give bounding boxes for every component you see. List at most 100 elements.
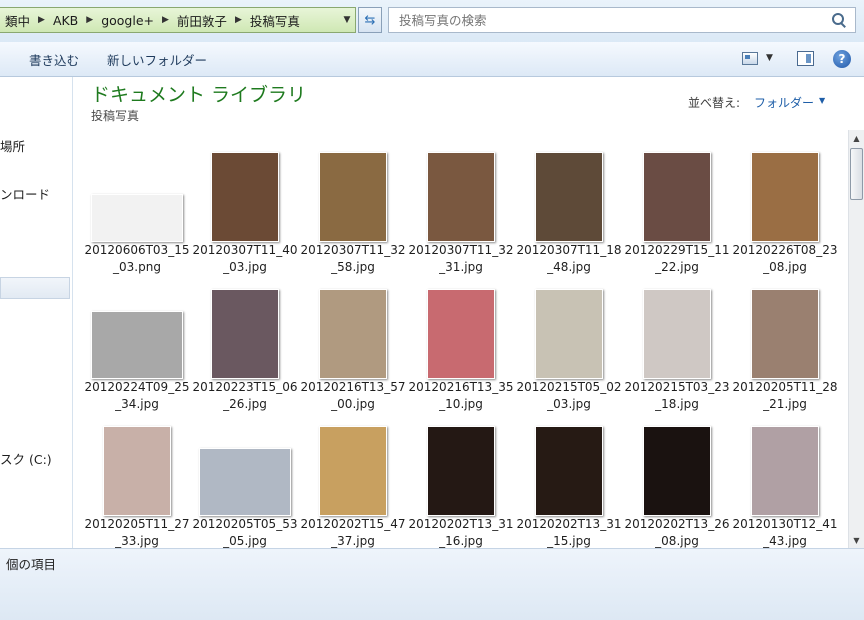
library-subtitle: 投稿写真 [91, 109, 140, 123]
file-item[interactable]: 20120205T05_53_05.jpg [191, 412, 299, 548]
file-item[interactable]: 20120130T12_41_43.jpg [731, 412, 839, 548]
file-thumbnail [319, 289, 387, 379]
search-field[interactable] [388, 7, 856, 33]
thumbnail-frame [83, 412, 191, 516]
thumbnail-frame [191, 138, 299, 242]
file-thumbnail [751, 426, 819, 516]
file-item[interactable]: 20120606T03_15_03.png [83, 138, 191, 274]
breadcrumb[interactable]: 類中 ▶ AKB ▶ google+ ▶ 前田敦子 ▶ 投稿写真 [0, 7, 356, 33]
breadcrumb-item[interactable]: google+ [96, 13, 159, 28]
file-item[interactable]: 20120215T03_23_18.jpg [623, 275, 731, 411]
vertical-scrollbar[interactable]: ▲ ▼ [848, 130, 864, 548]
file-name: 20120216T13_57_00.jpg [300, 380, 406, 411]
nav-item-local-disk[interactable]: スク (C:) [0, 449, 52, 468]
file-thumbnail [535, 426, 603, 516]
thumbnail-frame [83, 138, 191, 242]
change-view-icon[interactable] [742, 52, 758, 65]
help-icon[interactable]: ? [833, 50, 851, 68]
file-thumbnail [751, 152, 819, 242]
file-item[interactable]: 20120202T13_31_15.jpg [515, 412, 623, 548]
file-item[interactable]: 20120224T09_25_34.jpg [83, 275, 191, 411]
file-thumbnail [199, 448, 291, 516]
search-icon[interactable] [831, 12, 847, 28]
thumbnail-frame [731, 275, 839, 379]
chevron-right-icon[interactable]: ▶ [83, 15, 96, 25]
breadcrumb-item[interactable]: AKB [48, 13, 83, 28]
chevron-right-icon[interactable]: ▶ [35, 15, 48, 25]
file-name: 20120229T15_11_22.jpg [624, 243, 730, 274]
nav-item-downloads[interactable]: ンロード [0, 184, 50, 203]
file-item[interactable]: 20120307T11_40_03.jpg [191, 138, 299, 274]
item-count: 個の項目 [6, 557, 57, 572]
file-name: 20120224T09_25_34.jpg [84, 380, 190, 411]
file-thumbnail [319, 426, 387, 516]
file-thumbnail [103, 426, 171, 516]
file-item[interactable]: 20120202T15_47_37.jpg [299, 412, 407, 548]
thumbnail-frame [623, 412, 731, 516]
preview-pane-icon[interactable] [797, 51, 814, 66]
thumbnail-frame [83, 275, 191, 379]
file-item[interactable]: 20120229T15_11_22.jpg [623, 138, 731, 274]
file-name: 20120205T11_28_21.jpg [732, 380, 838, 411]
file-item[interactable]: 20120216T13_57_00.jpg [299, 275, 407, 411]
thumbnail-frame [515, 275, 623, 379]
file-thumbnail [427, 426, 495, 516]
file-item[interactable]: 20120307T11_18_48.jpg [515, 138, 623, 274]
file-item[interactable]: 20120215T05_02_03.jpg [515, 275, 623, 411]
chevron-right-icon[interactable]: ▶ [159, 15, 172, 25]
breadcrumb-item[interactable]: 投稿写真 [245, 11, 305, 30]
file-thumbnail [211, 152, 279, 242]
file-thumbnail [643, 152, 711, 242]
new-folder-button[interactable]: 新しいフォルダー [93, 46, 221, 72]
navigation-pane[interactable]: 場所 ンロード スク (C:) [0, 77, 73, 548]
refresh-button[interactable]: ⇆ [358, 7, 382, 33]
file-grid[interactable]: 20120606T03_15_03.png 20120307T11_40_03.j… [73, 130, 848, 548]
chevron-down-icon[interactable]: ▼ [819, 96, 825, 105]
refresh-icon: ⇆ [364, 12, 376, 28]
file-name: 20120202T13_31_15.jpg [516, 517, 622, 548]
file-item[interactable]: 20120226T08_23_08.jpg [731, 138, 839, 274]
file-item[interactable]: 20120307T11_32_31.jpg [407, 138, 515, 274]
chevron-down-icon[interactable]: ▼ [339, 7, 355, 33]
thumbnail-frame [191, 275, 299, 379]
file-name: 20120215T05_02_03.jpg [516, 380, 622, 411]
thumbnail-frame [191, 412, 299, 516]
scroll-up-icon[interactable]: ▲ [849, 130, 864, 146]
file-thumbnail [751, 289, 819, 379]
thumbnail-frame [731, 138, 839, 242]
sort-dropdown[interactable]: フォルダー [754, 94, 814, 111]
thumbnail-frame [731, 412, 839, 516]
chevron-right-icon[interactable]: ▶ [232, 15, 245, 25]
nav-item-places[interactable]: 場所 [0, 136, 25, 155]
file-item[interactable]: 20120205T11_28_21.jpg [731, 275, 839, 411]
file-name: 20120205T05_53_05.jpg [192, 517, 298, 548]
file-thumbnail [319, 152, 387, 242]
file-item[interactable]: 20120223T15_06_26.jpg [191, 275, 299, 411]
scroll-thumb[interactable] [850, 148, 863, 200]
file-item[interactable]: 20120202T13_26_08.jpg [623, 412, 731, 548]
file-item[interactable]: 20120205T11_27_33.jpg [83, 412, 191, 548]
file-name: 20120205T11_27_33.jpg [84, 517, 190, 548]
file-thumbnail [91, 311, 183, 379]
file-thumbnail [427, 152, 495, 242]
status-bar: 個の項目 [0, 548, 864, 620]
file-name: 20120215T03_23_18.jpg [624, 380, 730, 411]
chevron-down-icon[interactable]: ▼ [766, 53, 773, 63]
file-item[interactable]: 20120202T13_31_16.jpg [407, 412, 515, 548]
scroll-down-icon[interactable]: ▼ [849, 532, 864, 548]
write-button[interactable]: 書き込む [15, 46, 93, 72]
sort-label: 並べ替え: [688, 96, 741, 110]
file-name: 20120202T13_31_16.jpg [408, 517, 514, 548]
breadcrumb-item[interactable]: 前田敦子 [172, 11, 232, 30]
file-item[interactable]: 20120216T13_35_10.jpg [407, 275, 515, 411]
thumbnail-frame [407, 138, 515, 242]
file-thumbnail [427, 289, 495, 379]
file-thumbnail [535, 152, 603, 242]
file-name: 20120307T11_40_03.jpg [192, 243, 298, 274]
file-name: 20120223T15_06_26.jpg [192, 380, 298, 411]
nav-item-selected[interactable] [0, 277, 70, 299]
search-input[interactable] [397, 11, 831, 29]
breadcrumb-item[interactable]: 類中 [0, 11, 35, 30]
file-item[interactable]: 20120307T11_32_58.jpg [299, 138, 407, 274]
thumbnail-frame [515, 412, 623, 516]
